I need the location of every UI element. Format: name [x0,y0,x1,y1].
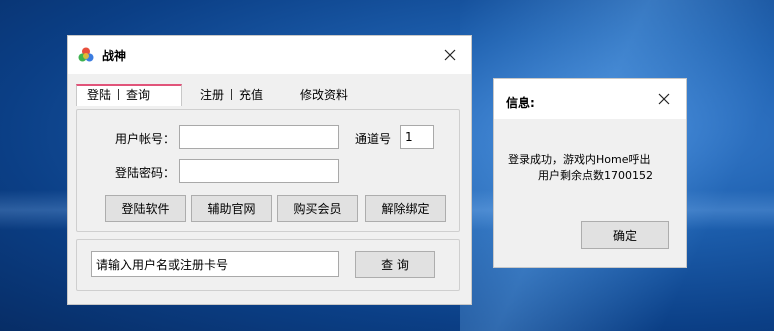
info-dialog: 信息: 登录成功，游戏内Home呼出 用户剩余点数1700152 确定 [493,78,687,268]
tab-separator [231,89,233,100]
login-button[interactable]: 登陆软件 [105,195,186,222]
query-input[interactable] [91,251,339,277]
tab-register-label: 注册 [200,88,225,102]
info-message-line1: 登录成功，游戏内Home呼出 [508,153,651,166]
login-group: 用户帐号： 通道号 登陆密码： 登陆软件 辅助官网 购买会员 解除绑定 [76,109,460,232]
info-titlebar: 信息: [494,79,686,119]
channel-label: 通道号 [355,132,392,146]
main-titlebar: 战神 [68,36,471,74]
website-button[interactable]: 辅助官网 [191,195,272,222]
query-group: 查 询 [76,239,460,291]
tab-recharge-label: 充值 [239,88,264,102]
password-label: 登陆密码： [115,166,176,180]
tab-register-recharge[interactable]: 注册 充值 [200,84,263,106]
username-label: 用户帐号： [115,132,176,146]
query-button[interactable]: 查 询 [355,251,435,278]
close-icon [444,49,456,61]
channel-input[interactable] [400,125,434,149]
main-window: 战神 登陆查询 注册充值 修改资料 用户帐号： 通道号 登陆密码： 登陆软件 辅… [67,35,472,305]
window-title: 战神 [102,49,127,63]
tab-login-query[interactable]: 登陆 查询 [76,84,182,106]
close-icon[interactable] [656,91,672,107]
tab-login-label: 登陆 [87,88,112,102]
tab-edit-profile-label: 修改资料 [300,88,349,102]
tab-strip: 登陆 查询 注册 充值 修改资料 [76,84,466,106]
unbind-button[interactable]: 解除绑定 [365,195,446,222]
ok-button[interactable]: 确定 [581,221,669,249]
info-message-line2: 用户剩余点数1700152 [538,169,653,182]
username-input[interactable] [179,125,339,149]
app-logo-icon [78,47,94,62]
buy-vip-button[interactable]: 购买会员 [277,195,358,222]
tab-edit-profile[interactable]: 修改资料 [300,84,348,106]
password-input[interactable] [179,159,339,183]
tab-separator [118,89,120,100]
info-dialog-title: 信息: [506,96,535,110]
tab-query-label: 查询 [126,88,151,102]
close-button[interactable] [437,44,463,66]
